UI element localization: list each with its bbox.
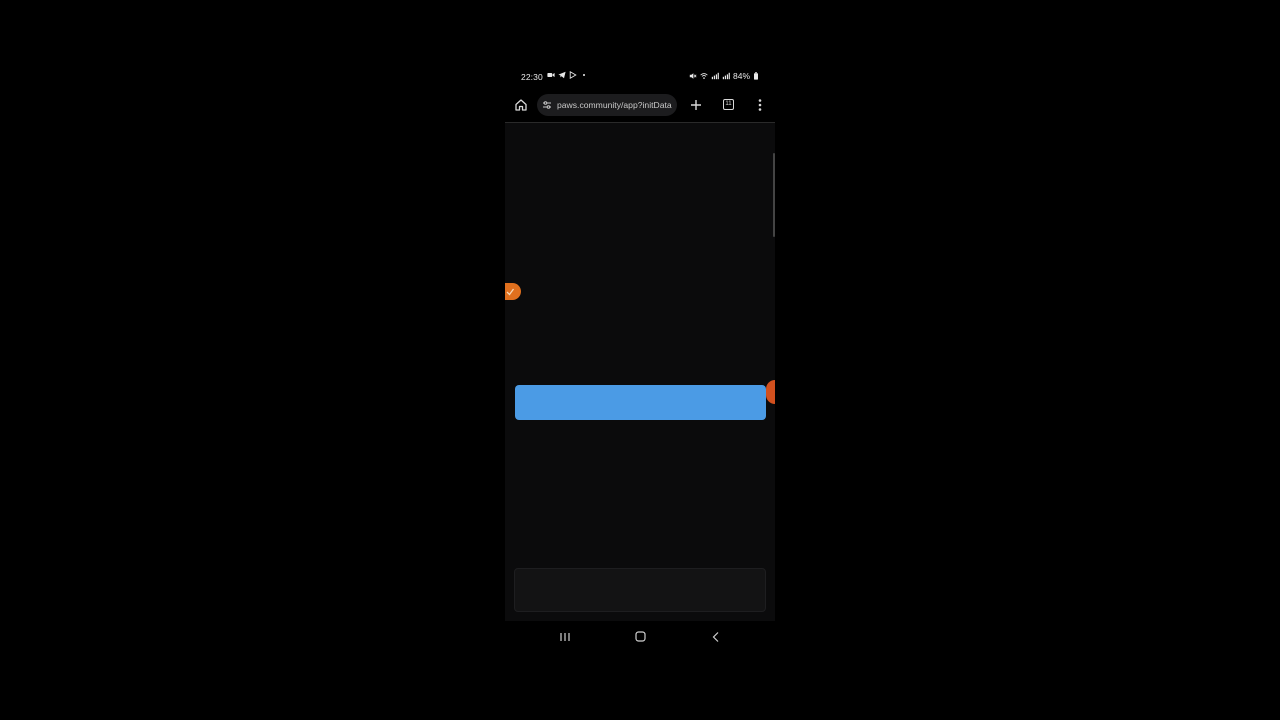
- status-icons-right: 84%: [689, 71, 759, 81]
- plus-icon[interactable]: [689, 98, 703, 112]
- scrollbar[interactable]: [773, 153, 775, 237]
- home-icon[interactable]: [514, 98, 528, 112]
- signal-icon: [722, 72, 730, 80]
- bottom-panel: [514, 568, 766, 612]
- play-store-icon: [569, 71, 577, 79]
- primary-action-button[interactable]: [515, 385, 766, 420]
- wifi-icon: [700, 73, 708, 79]
- signal-icon: [711, 72, 719, 80]
- web-content: [505, 123, 775, 621]
- tab-count: 11: [725, 101, 732, 107]
- tabs-button[interactable]: 11: [723, 99, 734, 110]
- phone-screen: 22:30 84% paws.community/app?initData 11: [505, 66, 775, 654]
- check-icon: [506, 288, 515, 296]
- browser-toolbar: paws.community/app?initData 11: [505, 88, 775, 123]
- mute-icon: [689, 73, 697, 79]
- site-settings-icon[interactable]: [542, 100, 552, 110]
- paw-avatar-left: [505, 283, 521, 300]
- battery-percentage: 84%: [732, 71, 750, 81]
- status-bar: 22:30 84%: [505, 66, 775, 88]
- android-nav-bar: [505, 621, 775, 654]
- address-bar[interactable]: paws.community/app?initData: [537, 94, 677, 116]
- video-icon: [547, 73, 555, 77]
- recents-icon[interactable]: [559, 632, 571, 642]
- url-text: paws.community/app?initData: [557, 100, 672, 110]
- more-icon[interactable]: [757, 98, 763, 112]
- status-time: 22:30: [521, 72, 543, 82]
- battery-icon: [754, 72, 758, 80]
- paw-avatar-right: [766, 380, 775, 404]
- home-nav-icon[interactable]: [635, 631, 646, 642]
- dot-icon: [582, 73, 586, 77]
- back-icon[interactable]: [711, 631, 721, 643]
- status-icons-left: [547, 71, 588, 79]
- telegram-icon: [558, 71, 566, 79]
